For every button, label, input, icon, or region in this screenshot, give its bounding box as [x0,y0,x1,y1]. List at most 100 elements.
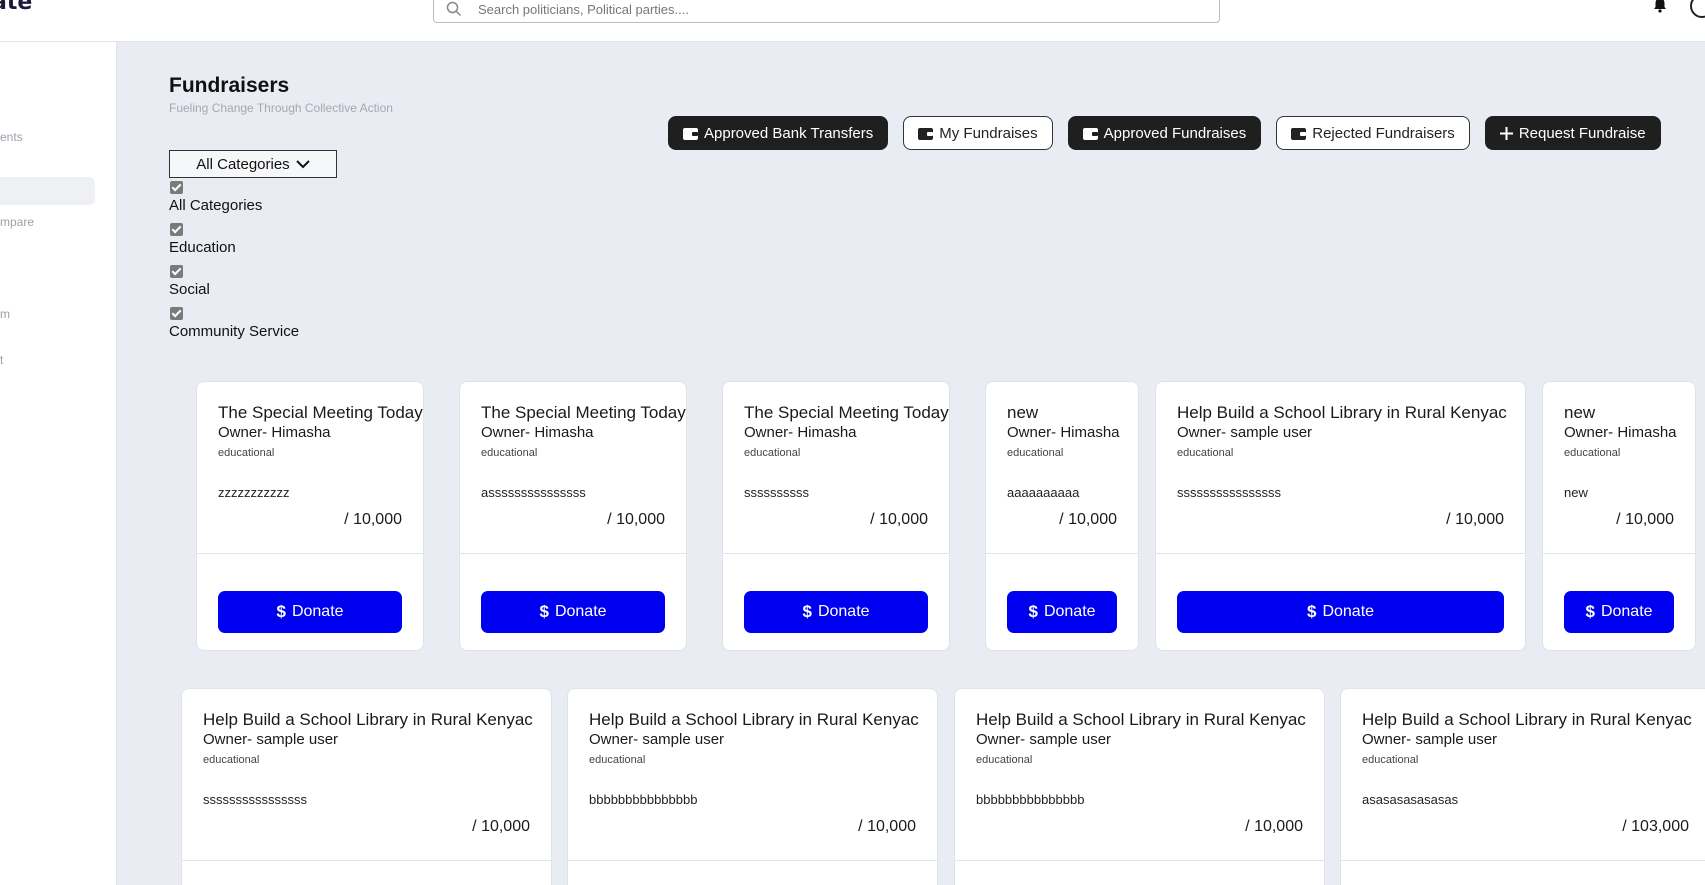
fundraiser-card: new Owner- Himasha educational aaaaaaaaa… [985,381,1139,651]
donate-button[interactable]: $ Donate [1177,591,1504,633]
wallet-icon [1082,127,1098,140]
rejected-fundraisers-button[interactable]: Rejected Fundraisers [1276,116,1470,150]
button-label: Approved Fundraises [1103,124,1247,142]
sidebar-item-compare[interactable]: mpare [0,215,34,229]
card-title: Help Build a School Library in Rural Ken… [1362,710,1692,729]
card-description: new [1564,485,1588,500]
category-option: Education [169,223,299,262]
card-goal: / 10,000 [870,511,928,528]
category-option: All Categories [169,181,299,220]
donate-button[interactable]: $ Donate [218,591,402,633]
card-body: new Owner- Himasha educational new / 10,… [1543,382,1695,554]
category-checkbox-social[interactable] [170,265,183,278]
card-category: educational [1362,754,1419,766]
card-category: educational [589,754,646,766]
wallet-icon [918,127,934,140]
card-goal: / 10,000 [1616,511,1674,528]
category-checkbox-education[interactable] [170,223,183,236]
button-label: Approved Bank Transfers [704,124,874,142]
donate-button[interactable]: $ Donate [1007,591,1117,633]
sidebar-item-events[interactable]: ents [0,130,23,144]
card-title: The Special Meeting Today [481,403,686,422]
card-owner: Owner- Himasha [744,424,857,441]
card-body: The Special Meeting Today Owner- Himasha… [723,382,949,554]
category-checkbox-list: All Categories Education Social Communit… [169,178,299,346]
fundraiser-card: Help Build a School Library in Rural Ken… [1340,688,1705,885]
card-description: bbbbbbbbbbbbbbb [589,792,698,807]
card-goal: / 10,000 [472,818,530,835]
category-checkbox-all[interactable] [170,181,183,194]
chevron-down-icon [295,159,310,168]
category-select[interactable]: All Categories [169,150,337,178]
category-option: Community Service [169,307,299,346]
card-owner: Owner- sample user [1177,424,1313,441]
card-goal: / 103,000 [1622,818,1689,835]
donate-button[interactable]: $ Donate [481,591,665,633]
card-description: asssssssssssssss [481,485,586,500]
dollar-icon: $ [802,602,812,621]
plus-icon [1499,126,1513,140]
sidebar-item-other[interactable]: t [0,353,3,367]
card-title: Help Build a School Library in Rural Ken… [976,710,1306,729]
card-category: educational [976,754,1033,766]
card-category: educational [1007,447,1064,459]
card-body: The Special Meeting Today Owner- Himasha… [460,382,686,554]
page-title: Fundraisers [169,74,290,97]
category-label: Social [169,281,210,298]
card-goal: / 10,000 [607,511,665,528]
card-description: asasasasasasas [1362,792,1459,807]
fundraiser-card: The Special Meeting Today Owner- Himasha… [722,381,950,651]
search-bar[interactable] [433,0,1220,23]
dollar-icon: $ [539,602,549,621]
app-logo[interactable]: ate ✦ [0,0,32,15]
card-description: zzzzzzzzzzz [218,485,290,500]
search-icon [446,1,462,17]
approved-fundraises-button[interactable]: Approved Fundraises [1067,116,1262,150]
card-owner: Owner- sample user [203,731,339,748]
card-owner: Owner- sample user [1362,731,1498,748]
donate-button[interactable]: $ Donate [1564,591,1674,633]
request-fundraise-button[interactable]: Request Fundraise [1484,116,1661,150]
fundraiser-card: Help Build a School Library in Rural Ken… [567,688,938,885]
card-goal: / 10,000 [1245,818,1303,835]
approved-bank-transfers-button[interactable]: Approved Bank Transfers [668,116,889,150]
card-description: ssssssssss [744,485,809,500]
card-title: new [1007,403,1039,422]
fundraiser-card: Help Build a School Library in Rural Ken… [181,688,552,885]
notification-bell-icon[interactable] [1651,0,1669,14]
card-category: educational [1177,447,1234,459]
main-content: Fundraisers Fueling Change Through Colle… [117,42,1705,885]
card-category: educational [1564,447,1621,459]
card-description: ssssssssssssssss [1177,485,1281,500]
sidebar-item-forum[interactable]: m [0,307,10,321]
donate-label: Donate [291,603,344,620]
card-title: Help Build a School Library in Rural Ken… [1177,403,1507,422]
card-owner: Owner- sample user [976,731,1112,748]
category-label: Education [169,239,236,256]
card-description: ssssssssssssssss [203,792,307,807]
card-goal: / 10,000 [1446,511,1504,528]
donate-button[interactable]: $ Donate [744,591,928,633]
card-body: Help Build a School Library in Rural Ken… [955,689,1324,861]
card-category: educational [218,447,275,459]
card-goal: / 10,000 [344,511,402,528]
wallet-icon [1291,127,1307,140]
card-category: educational [203,754,260,766]
donate-label: Donate [1322,603,1375,620]
category-option: Social [169,265,299,304]
card-title: Help Build a School Library in Rural Ken… [589,710,919,729]
card-body: Help Build a School Library in Rural Ken… [568,689,937,861]
donate-label: Donate [1043,603,1096,620]
fundraiser-card: Help Build a School Library in Rural Ken… [954,688,1325,885]
category-checkbox-community-service[interactable] [170,307,183,320]
sidebar-item-active[interactable] [0,177,95,205]
page-subtitle: Fueling Change Through Collective Action [169,101,393,115]
card-title: The Special Meeting Today [218,403,423,422]
search-input[interactable] [478,0,1178,19]
user-avatar[interactable] [1690,0,1705,18]
my-fundraises-button[interactable]: My Fundraises [903,116,1053,150]
donate-label: Donate [817,603,870,620]
card-owner: Owner- Himasha [218,424,331,441]
dollar-icon: $ [1585,602,1595,621]
card-body: Help Build a School Library in Rural Ken… [1341,689,1705,861]
